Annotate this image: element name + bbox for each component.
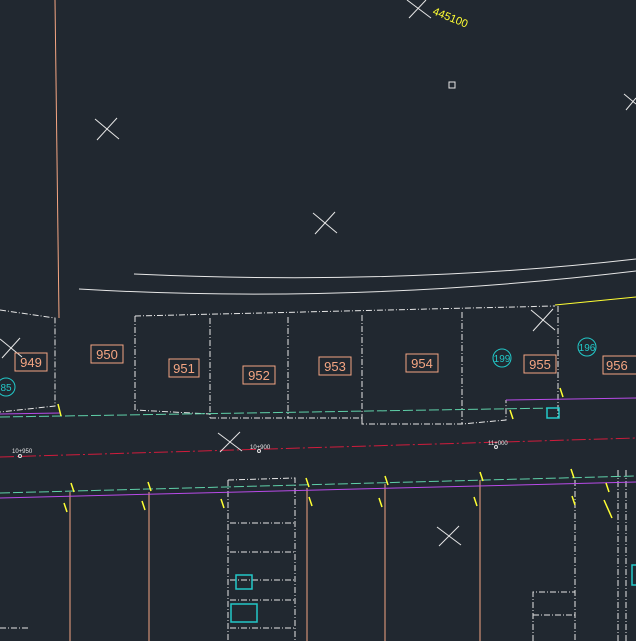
lot-label-955: 955	[523, 354, 557, 374]
survey-crosses	[0, 0, 636, 547]
fence-block	[227, 477, 296, 641]
lot-number-text: 951	[173, 361, 195, 376]
lot-number-text: 949	[20, 355, 42, 370]
chainage-tick	[494, 445, 498, 449]
lot-number-text: 955	[529, 357, 551, 372]
chainage-labels: 10+950 10+900 11+000	[12, 441, 508, 458]
cross-marker	[530, 308, 556, 332]
survey-point-square	[448, 81, 456, 89]
road-edge-lower	[78, 270, 636, 295]
cyan-box	[631, 564, 636, 586]
circle-label-196: 196	[577, 337, 597, 357]
parcel-boundary-line	[54, 0, 60, 319]
road-edge-lines	[78, 258, 636, 295]
red-centerline	[0, 437, 636, 458]
cross-marker	[436, 525, 462, 547]
cyan-box	[546, 407, 560, 419]
circle-labels: 199 196 85	[0, 337, 597, 397]
cross-marker	[94, 117, 120, 141]
circle-label-partial: 85	[0, 377, 16, 397]
lot-label-953: 953	[318, 356, 352, 376]
purple-alignment	[505, 397, 636, 401]
purple-alignment	[0, 412, 61, 415]
lot-label-954: 954	[405, 353, 439, 373]
cross-marker	[406, 0, 432, 19]
lot-label-950: 950	[90, 344, 124, 364]
alignment-lines	[0, 397, 636, 499]
cyan-box	[230, 603, 258, 623]
yellow-line	[554, 296, 636, 306]
lot-number-text: 952	[248, 368, 270, 383]
road-edge-upper	[133, 258, 636, 279]
circle-label-text: 199	[494, 354, 511, 365]
cross-marker	[312, 211, 338, 235]
cad-drawing-canvas[interactable]: 949 950 951 952 953 954 955 956 199 196 …	[0, 0, 636, 641]
circle-label-text: 196	[579, 343, 596, 354]
lot-label-949: 949	[14, 352, 48, 372]
circle-label-text: 85	[0, 383, 12, 394]
coordinate-label: 445100	[431, 6, 470, 31]
cross-marker	[623, 93, 636, 111]
cyan-box	[235, 574, 253, 590]
chainage-text: 11+000	[488, 441, 508, 447]
chainage-tick	[18, 454, 22, 458]
cross-marker	[217, 431, 243, 453]
chainage-text: 10+950	[12, 449, 33, 455]
circle-label-199: 199	[492, 348, 512, 368]
parcel-boundaries	[54, 0, 481, 641]
green-alignment	[0, 407, 556, 418]
lot-number-text: 956	[606, 358, 628, 373]
lot-number-text: 950	[96, 347, 118, 362]
lot-number-text: 953	[324, 359, 346, 374]
lot-label-956: 956	[602, 355, 636, 375]
lot-label-952: 952	[242, 365, 276, 385]
lot-labels: 949 950 951 952 953 954 955 956	[14, 344, 636, 385]
lot-number-text: 954	[411, 356, 433, 371]
chainage-tick	[257, 449, 261, 453]
cross-marker	[0, 337, 23, 359]
lot-label-951: 951	[168, 358, 200, 378]
cad-drawing: 949 950 951 952 953 954 955 956 199 196 …	[0, 0, 636, 641]
fence-block	[532, 591, 575, 641]
fence-top	[134, 305, 556, 317]
